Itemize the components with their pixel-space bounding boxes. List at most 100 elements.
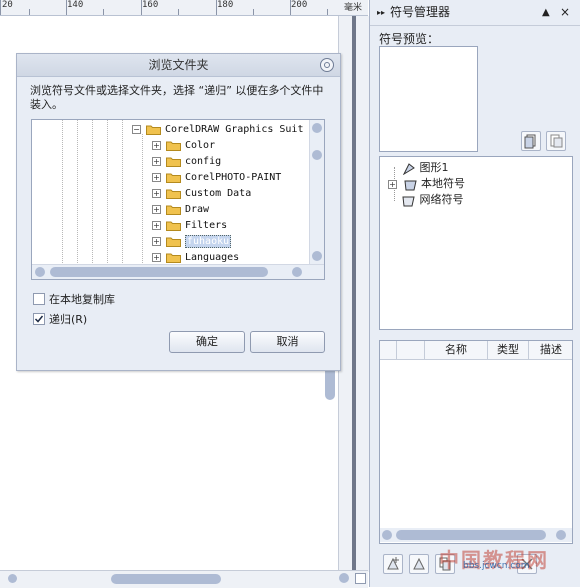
tree-item[interactable]: + 本地符号 xyxy=(388,176,465,192)
scroll-left-button[interactable] xyxy=(382,530,392,540)
folder-icon xyxy=(166,189,181,199)
symbol-icon xyxy=(402,162,415,175)
ruler-label: 180 xyxy=(217,0,234,10)
collapse-icon[interactable]: − xyxy=(132,124,141,134)
page-edge xyxy=(352,16,356,572)
local-copy-label: 在本地复制库 xyxy=(49,293,115,306)
tree-item-label: fuhaoku xyxy=(185,235,232,248)
folder-tree[interactable]: − CorelDRAW Graphics Suit + Color + config … xyxy=(31,119,325,280)
docker-header: ▸▸ 符号管理器 ▲ × xyxy=(370,0,580,26)
preview-label: 符号预览： xyxy=(379,32,440,46)
close-icon[interactable] xyxy=(320,58,334,72)
tree-item-label: CorelDRAW Graphics Suit xyxy=(165,124,304,135)
tree-item[interactable]: + Draw xyxy=(152,202,209,218)
watermark-url: bbs.jcwcn.com xyxy=(463,561,530,571)
dialog-description: 浏览符号文件或选择文件夹，选择 “递归” 以便在多个文件中装入。 xyxy=(30,84,324,111)
tree-item-label: Languages xyxy=(185,252,240,263)
horizontal-scrollbar[interactable] xyxy=(0,570,368,588)
column-header-description[interactable]: 描述 xyxy=(528,341,573,359)
vertical-scrollbar[interactable] xyxy=(325,16,369,572)
tree-item[interactable]: 图形1 xyxy=(402,160,449,176)
symbol-library-tree[interactable]: 图形1 + 本地符号 网络符号 xyxy=(379,156,573,330)
scroll-left-button[interactable] xyxy=(35,267,45,277)
local-copy-checkbox[interactable] xyxy=(33,293,45,305)
folder-icon xyxy=(166,141,181,151)
scroll-thumb[interactable] xyxy=(111,574,221,584)
column-header-name[interactable]: 名称 xyxy=(424,341,487,359)
scroll-thumb[interactable] xyxy=(396,530,546,540)
tree-item[interactable]: + config xyxy=(152,154,221,170)
cancel-button[interactable]: 取消 xyxy=(250,331,325,353)
tree-item[interactable]: + Color xyxy=(152,138,215,154)
expand-icon[interactable]: + xyxy=(152,188,161,198)
tree-horizontal-scrollbar[interactable] xyxy=(32,264,324,279)
expand-icon[interactable]: + xyxy=(152,156,161,166)
expand-icon[interactable]: + xyxy=(152,172,161,182)
expand-icon[interactable]: + xyxy=(152,220,161,230)
tree-item-label: Filters xyxy=(185,220,228,231)
symbol-list[interactable]: 名称 类型 描述 xyxy=(379,340,573,544)
tree-item[interactable]: 网络符号 xyxy=(402,192,464,208)
edit-symbol-button[interactable] xyxy=(409,554,429,574)
ruler-label: 200 xyxy=(291,0,308,10)
tree-item[interactable]: − CorelDRAW Graphics Suit xyxy=(132,122,303,138)
tree-item-label: 网络符号 xyxy=(419,193,464,206)
expand-icon[interactable]: + xyxy=(152,140,161,150)
scroll-right-button[interactable] xyxy=(292,267,302,277)
scroll-right-button[interactable] xyxy=(339,573,349,583)
corner-box xyxy=(355,573,366,584)
expand-icon[interactable]: + xyxy=(152,252,161,262)
column-header[interactable] xyxy=(396,341,425,359)
scroll-right-button[interactable] xyxy=(556,530,566,540)
list-header: 名称 类型 描述 xyxy=(380,341,572,360)
check-icon xyxy=(34,315,44,323)
add-symbol-button[interactable] xyxy=(383,554,403,574)
scroll-up-button[interactable] xyxy=(312,123,322,133)
scroll-down-button[interactable] xyxy=(312,251,322,261)
tree-item[interactable]: + Filters xyxy=(152,218,227,234)
ruler-label: 140 xyxy=(67,0,84,10)
tree-item-label: Draw xyxy=(185,204,210,215)
scroll-left-button[interactable] xyxy=(8,574,17,583)
symbol-preview xyxy=(379,46,478,152)
tree-item[interactable]: + CorelPHOTO-PAINT xyxy=(152,170,281,186)
expand-icon[interactable]: + xyxy=(388,179,397,189)
scroll-thumb[interactable] xyxy=(312,150,322,160)
column-header-type[interactable]: 类型 xyxy=(487,341,528,359)
docker-title: 符号管理器 xyxy=(390,5,451,19)
expand-icon[interactable]: + xyxy=(152,204,161,214)
tree-item-label: config xyxy=(185,156,222,167)
browse-folder-dialog: 浏览文件夹 浏览符号文件或选择文件夹，选择 “递归” 以便在多个文件中装入。 −… xyxy=(16,53,341,371)
library-icon xyxy=(402,196,415,206)
folder-icon xyxy=(166,253,181,263)
library-icon xyxy=(524,134,536,149)
tree-item-label: Color xyxy=(185,140,216,151)
list-horizontal-scrollbar[interactable] xyxy=(380,528,572,542)
expand-arrows-icon[interactable]: ▸▸ xyxy=(377,0,385,25)
import-symbol-button[interactable] xyxy=(546,131,566,151)
tree-item-label: CorelPHOTO-PAINT xyxy=(185,172,282,183)
library-icon xyxy=(403,180,417,190)
symbol-manager-docker: ▸▸ 符号管理器 ▲ × 符号预览： 图形1 + 本地符号 网络符号 名称 类型 xyxy=(369,0,580,587)
dialog-title: 浏览文件夹 xyxy=(17,54,340,77)
docker-toolbar: 中国教程网 bbs.jcwcn.com xyxy=(379,548,579,576)
tree-vertical-scrollbar[interactable] xyxy=(309,120,324,265)
tree-item[interactable]: + Custom Data xyxy=(152,186,251,202)
recursive-checkbox[interactable] xyxy=(33,313,45,325)
collapse-arrow-icon[interactable]: ▲ xyxy=(542,0,550,25)
edit-icon xyxy=(413,557,425,570)
folder-icon xyxy=(166,221,181,231)
tree-item-selected[interactable]: + fuhaoku xyxy=(152,234,232,250)
expand-icon[interactable]: + xyxy=(152,236,161,246)
tree-item-label: Custom Data xyxy=(185,188,252,199)
folder-icon xyxy=(166,205,181,215)
ruler-label: 160 xyxy=(142,0,159,10)
ruler-unit: 毫米 xyxy=(344,3,363,13)
close-icon[interactable]: × xyxy=(560,0,570,25)
ok-button[interactable]: 确定 xyxy=(169,331,245,353)
folder-icon xyxy=(166,173,181,183)
tree-item-label: 图形1 xyxy=(419,161,449,174)
export-symbol-button[interactable] xyxy=(521,131,541,151)
scroll-thumb[interactable] xyxy=(50,267,268,277)
folder-icon xyxy=(146,125,161,135)
